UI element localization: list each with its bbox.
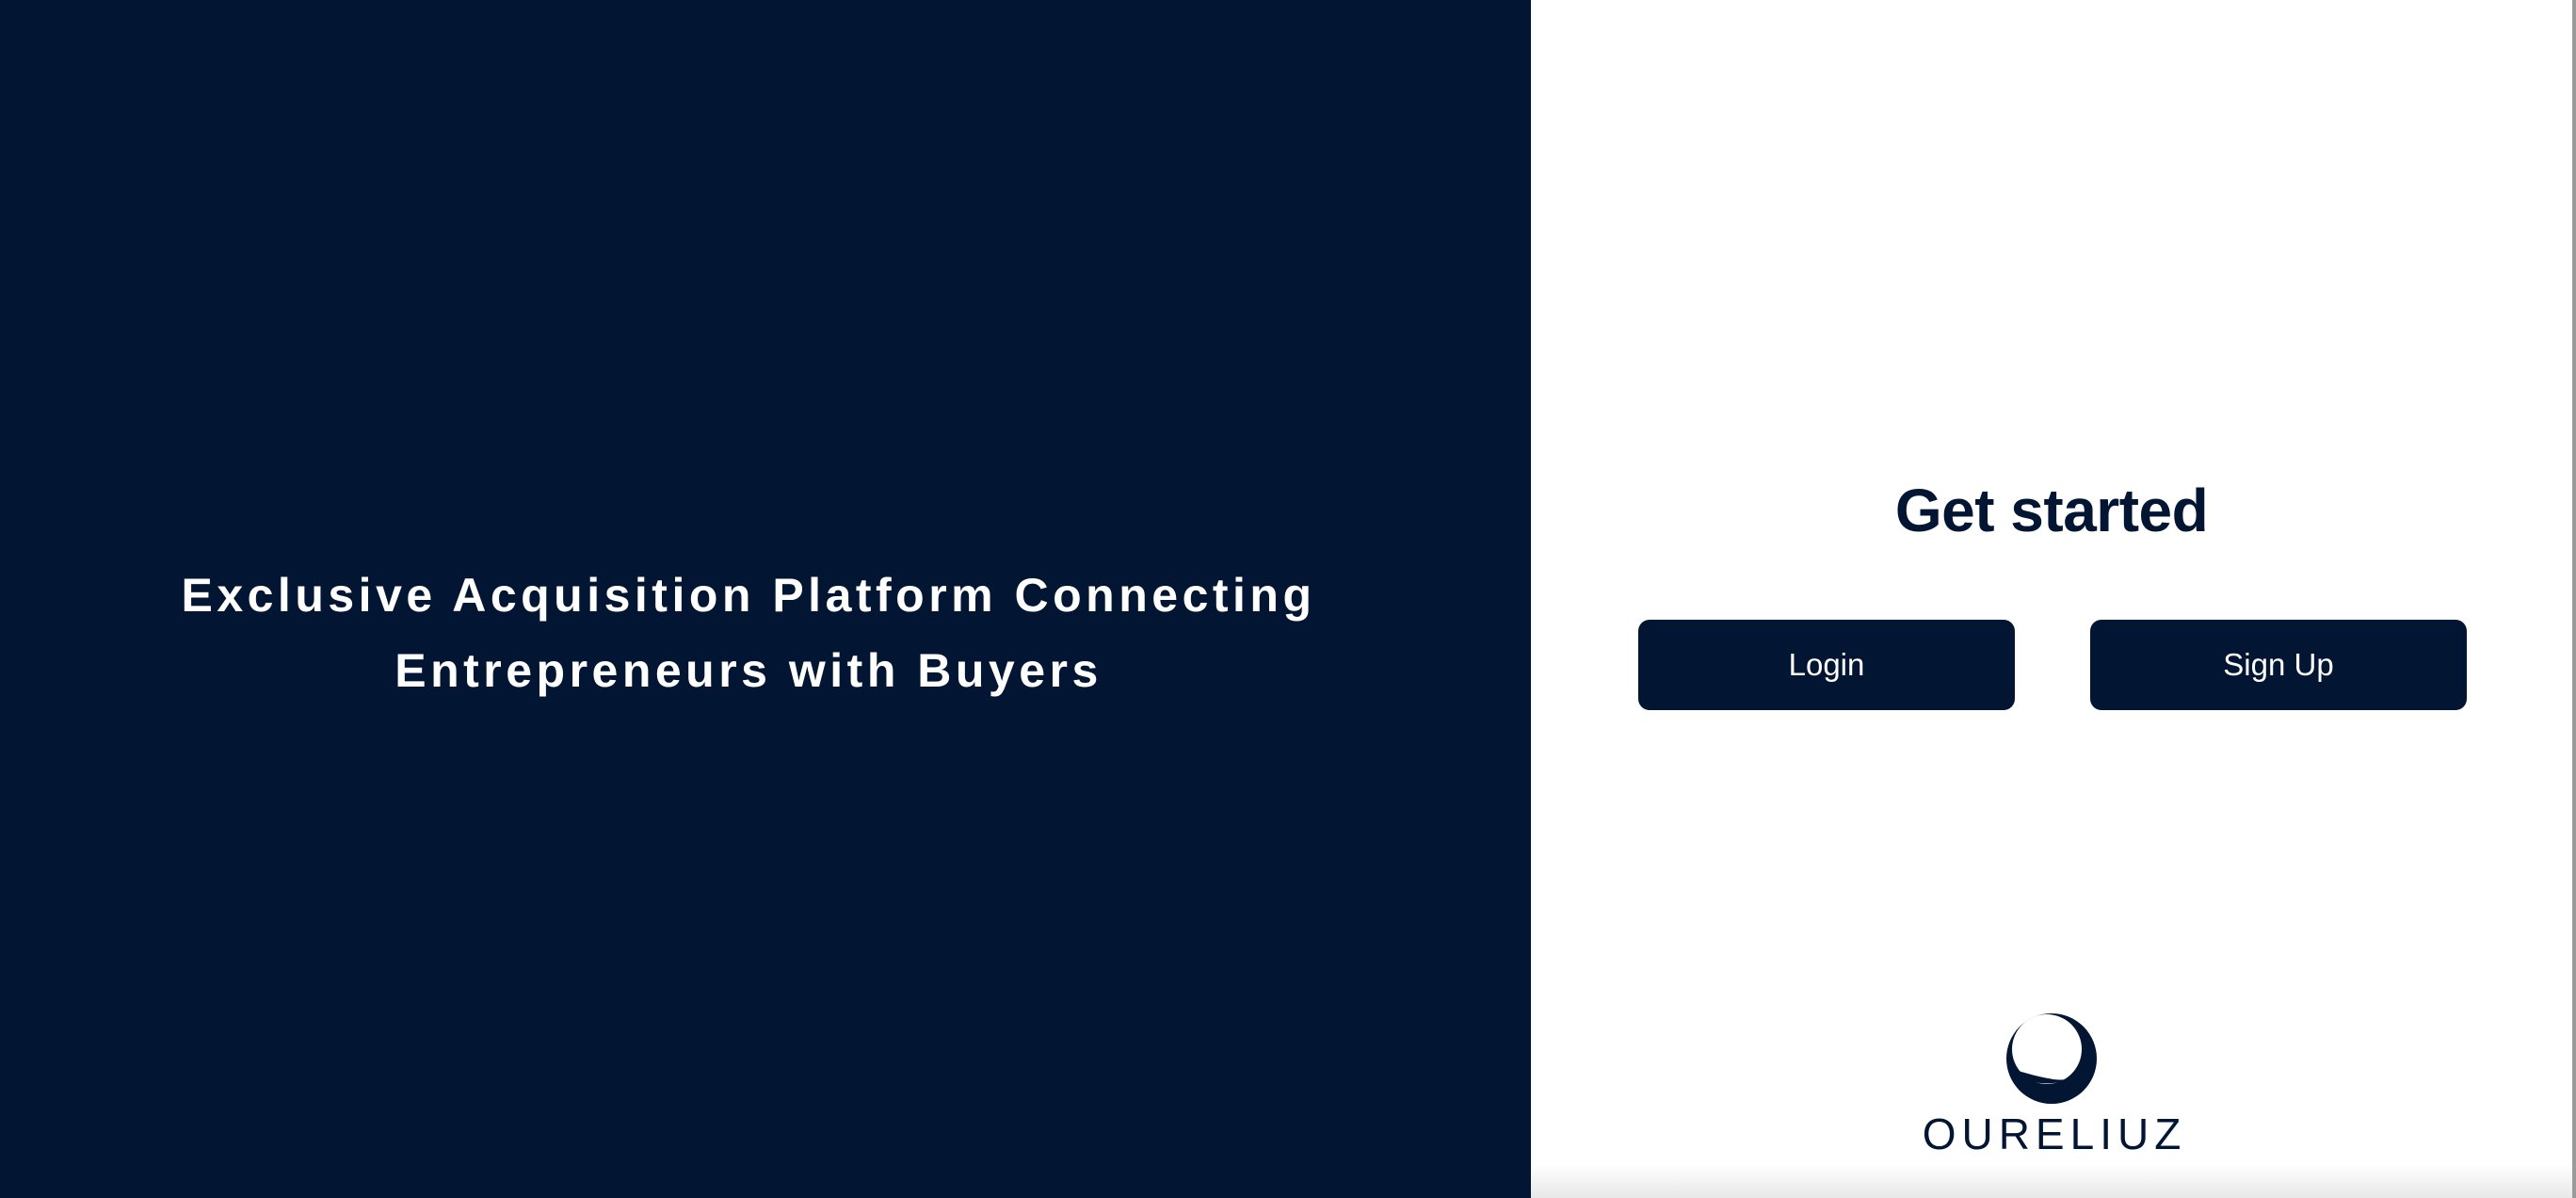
window-edge-divider [2572,0,2576,1198]
page-title: Get started [1894,477,2209,544]
hero-tagline: Exclusive Acquisition Platform Connectin… [0,558,1497,708]
bottom-shadow [1531,1164,2572,1198]
brand-name: OURELIUZ [1922,1109,2187,1158]
signup-button[interactable]: Sign Up [2090,620,2467,710]
hero-panel: Exclusive Acquisition Platform Connectin… [0,0,1531,1198]
hero-tagline-line2: Entrepreneurs with Buyers [394,644,1103,697]
crescent-globe-icon [2006,1013,2097,1104]
brand-logo: OURELIUZ [1531,1010,2572,1158]
login-button[interactable]: Login [1638,620,2015,710]
hero-tagline-line1: Exclusive Acquisition Platform Connectin… [181,569,1316,622]
